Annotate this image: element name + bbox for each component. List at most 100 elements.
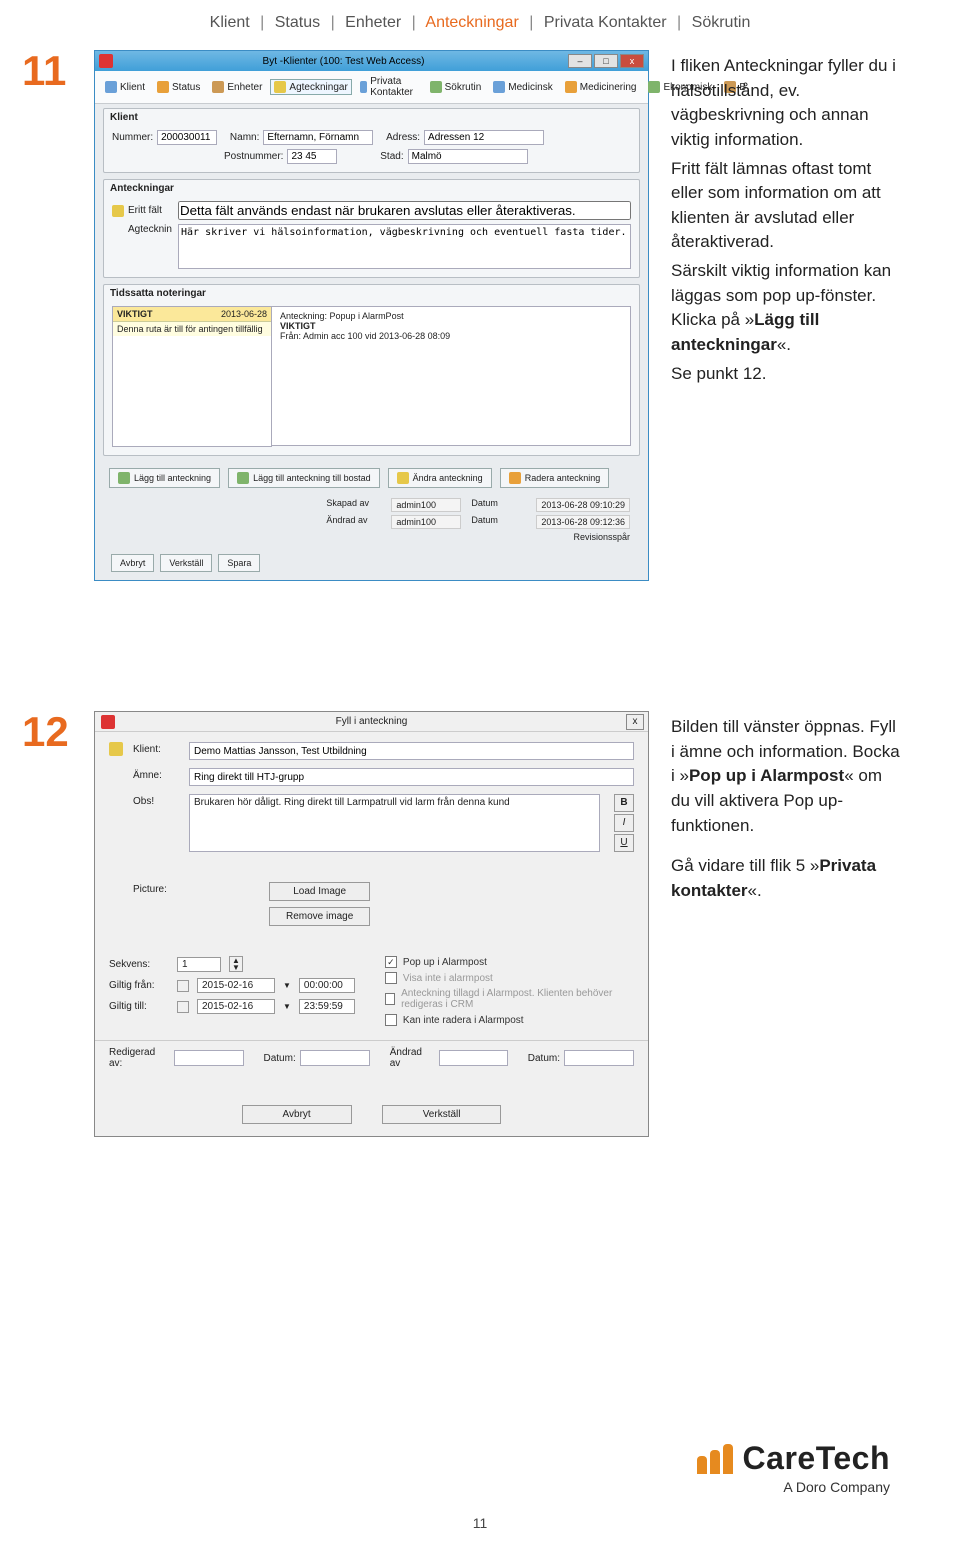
close-button[interactable]: x <box>620 54 644 68</box>
btn-avbryt[interactable]: Avbryt <box>242 1105 352 1124</box>
andrad-value: admin100 <box>391 515 461 529</box>
add-icon <box>118 472 130 484</box>
obs-textarea[interactable]: Brukaren hör dåligt. Ring direkt till La… <box>189 794 600 852</box>
tab-medicinering[interactable]: Medicinering <box>561 79 641 95</box>
klient-input[interactable] <box>189 742 634 760</box>
bc-sep: | <box>260 14 264 31</box>
underline-button[interactable]: U <box>614 834 634 852</box>
step11-text: I fliken Anteckningar fyller du i hälsot… <box>671 50 900 390</box>
nummer-input[interactable] <box>157 130 217 145</box>
tab-privata[interactable]: Privata Kontakter <box>356 74 422 100</box>
p: I fliken Anteckningar fyller du i hälsot… <box>671 54 900 153</box>
amne-input[interactable] <box>189 768 634 786</box>
datum-value <box>300 1050 370 1066</box>
agt-textarea[interactable]: Här skriver vi hälsoinformation, vägbesk… <box>178 224 631 269</box>
tab-klient[interactable]: Klient <box>101 79 149 95</box>
tab-sokrutin[interactable]: Sökrutin <box>426 79 486 95</box>
chk-radera[interactable] <box>385 1014 397 1026</box>
giltig-fran-time[interactable]: 00:00:00 <box>299 978 355 993</box>
btn-lagg-bostad[interactable]: Lägg till anteckning till bostad <box>228 468 380 488</box>
btn-lagg-anteckning[interactable]: Lägg till anteckning <box>109 468 220 488</box>
logo-tagline: A Doro Company <box>697 1479 890 1495</box>
bc-sep: | <box>331 14 335 31</box>
btn-avbryt[interactable]: Avbryt <box>111 554 154 572</box>
namn-label: Namn: <box>230 132 259 143</box>
spinner-icon[interactable]: ▲▼ <box>229 956 243 972</box>
bc-sep: | <box>529 14 533 31</box>
group-anteckningar-label: Anteckningar <box>104 180 639 197</box>
viktigt-date: 2013-06-28 <box>217 307 271 321</box>
chk-popup[interactable]: ✓ <box>385 956 397 968</box>
timed-list[interactable]: VIKTIGT2013-06-28 Denna ruta är till för… <box>112 306 272 447</box>
tab-enheter[interactable]: Enheter <box>208 79 266 95</box>
add-icon <box>237 472 249 484</box>
chk-visa-label: Visa inte i alarmpost <box>403 973 493 984</box>
giltig-fran-label: Giltig från: <box>109 980 169 991</box>
load-image-button[interactable]: Load Image <box>269 882 370 901</box>
datum-label: Datum: <box>264 1053 296 1064</box>
bc-sep: | <box>677 14 681 31</box>
btn-andra[interactable]: Ändra anteckning <box>388 468 492 488</box>
chk-radera-label: Kan inte radera i Alarmpost <box>403 1015 524 1026</box>
tab-anteckningar[interactable]: Agteckningar <box>270 79 351 95</box>
rev-link[interactable]: Revisionsspår <box>573 532 630 542</box>
tab-status[interactable]: Status <box>153 79 204 95</box>
group-anteckningar: Anteckningar Eritt fält Agtecknin Här sk… <box>103 179 640 278</box>
italic-button[interactable]: I <box>614 814 634 832</box>
post-input[interactable] <box>287 149 337 164</box>
namn-input[interactable] <box>263 130 373 145</box>
logo-waves-icon <box>697 1444 733 1474</box>
section-11: 11 Byt -Klienter (100: Test Web Access) … <box>0 40 960 591</box>
bc-privata: Privata Kontakter <box>544 14 667 31</box>
btn-spara[interactable]: Spara <box>218 554 260 572</box>
stad-input[interactable] <box>408 149 528 164</box>
popup-title: Anteckning: Popup i AlarmPost <box>280 311 622 321</box>
nummer-label: Nummer: <box>112 132 153 143</box>
dialog-icon <box>101 715 115 729</box>
sekvens-input[interactable]: 1 <box>177 957 221 972</box>
datum2-label: Datum <box>471 515 526 529</box>
step-number-11: 11 <box>22 50 72 92</box>
page-number: 11 <box>0 1515 960 1531</box>
maximize-button[interactable]: □ <box>594 54 618 68</box>
econ-icon <box>648 81 660 93</box>
chk-tillagd[interactable] <box>385 993 395 1005</box>
btn-verkstall[interactable]: Verkställ <box>382 1105 502 1124</box>
p: Särskilt viktig information kan läggas s… <box>671 259 900 358</box>
checkbox[interactable] <box>177 1001 189 1013</box>
section-12: 12 Fyll i anteckning x Klient: Ämne: <box>0 701 960 1147</box>
step-number-12: 12 <box>22 711 72 753</box>
close-button[interactable]: x <box>626 714 644 730</box>
tab-bar: Klient Status Enheter Agteckningar Priva… <box>95 71 648 104</box>
bold-button[interactable]: B <box>614 794 634 812</box>
bc-klient: Klient <box>210 14 250 31</box>
device-icon <box>212 81 224 93</box>
pill-icon <box>565 81 577 93</box>
adress-input[interactable] <box>424 130 544 145</box>
status-icon <box>157 81 169 93</box>
fritt-input[interactable] <box>178 201 631 220</box>
giltig-till-date[interactable]: 2015-02-16 <box>197 999 275 1014</box>
remove-image-button[interactable]: Remove image <box>269 907 370 926</box>
tab-medicinsk[interactable]: Medicinsk <box>489 79 556 95</box>
p: Gå vidare till flik 5 »Privata kontakter… <box>671 854 900 903</box>
viktigt-label: VIKTIGT <box>113 307 217 321</box>
skapad-label: Skapad av <box>326 498 381 512</box>
btn-radera[interactable]: Radera anteckning <box>500 468 610 488</box>
minimize-button[interactable]: – <box>568 54 592 68</box>
bc-anteckningar: Anteckningar <box>425 14 518 31</box>
stad-label: Stad: <box>380 151 403 162</box>
group-tidsnoteringar: Tidssatta noteringar VIKTIGT2013-06-28 D… <box>103 284 640 456</box>
titlebar: Byt -Klienter (100: Test Web Access) – □… <box>95 51 648 71</box>
app-window-byt-klienter: Byt -Klienter (100: Test Web Access) – □… <box>94 50 649 581</box>
delete-icon <box>509 472 521 484</box>
chk-visa-inte[interactable] <box>385 972 397 984</box>
group-klient-label: Klient <box>104 109 639 126</box>
giltig-till-time[interactable]: 23:59:59 <box>299 999 355 1014</box>
btn-verkstall[interactable]: Verkställ <box>160 554 212 572</box>
obs-label: Obs! <box>133 794 179 807</box>
giltig-fran-date[interactable]: 2015-02-16 <box>197 978 275 993</box>
popup-heading: VIKTIGT <box>280 321 622 331</box>
checkbox[interactable] <box>177 980 189 992</box>
skapad-datum: 2013-06-28 09:10:29 <box>536 498 630 512</box>
